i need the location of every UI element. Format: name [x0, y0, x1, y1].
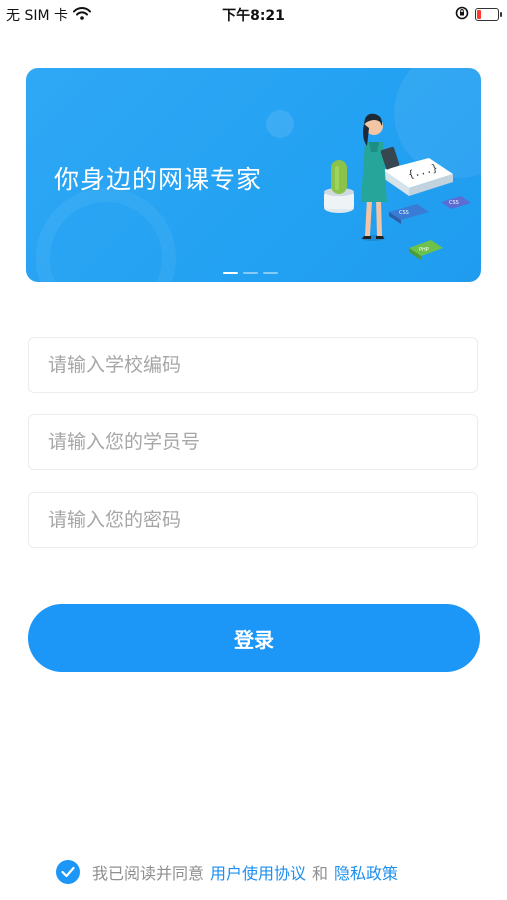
- student-id-input[interactable]: [29, 415, 477, 469]
- pager-dot[interactable]: [243, 272, 258, 274]
- agreement-checkbox[interactable]: [56, 860, 80, 884]
- book-label: CSS: [449, 200, 459, 206]
- agreement-conjunction: 和: [312, 864, 329, 883]
- book-label: CSS: [399, 210, 409, 216]
- book-label: PHP: [419, 247, 429, 253]
- school-code-field[interactable]: [28, 337, 478, 393]
- status-right: [455, 5, 502, 24]
- banner-pager: [223, 272, 278, 274]
- password-field[interactable]: [28, 492, 478, 548]
- pager-dot[interactable]: [223, 272, 238, 274]
- agreement-row: 我已阅读并同意 用户使用协议 和 隐私政策: [56, 859, 398, 885]
- student-id-field[interactable]: [28, 414, 478, 470]
- login-button[interactable]: 登录: [28, 604, 480, 672]
- privacy-link[interactable]: 隐私政策: [334, 860, 398, 884]
- banner-carousel[interactable]: 你身边的网课专家 {...} CSS CSS PHP: [26, 68, 481, 282]
- terms-link[interactable]: 用户使用协议: [210, 860, 306, 884]
- banner-title: 你身边的网课专家: [54, 165, 263, 194]
- password-input[interactable]: [29, 493, 477, 547]
- school-code-input[interactable]: [29, 338, 477, 392]
- pager-dot[interactable]: [263, 272, 278, 274]
- rotation-lock-icon: [455, 5, 469, 24]
- check-icon: [61, 866, 75, 878]
- status-time: 下午8:21: [222, 8, 285, 24]
- agreement-text: 我已阅读并同意: [92, 864, 205, 883]
- banner-illustration: {...} CSS CSS PHP: [324, 113, 471, 260]
- status-bar: 无 SIM 卡 下午8:21: [0, 0, 507, 28]
- battery-low-icon: [475, 8, 502, 21]
